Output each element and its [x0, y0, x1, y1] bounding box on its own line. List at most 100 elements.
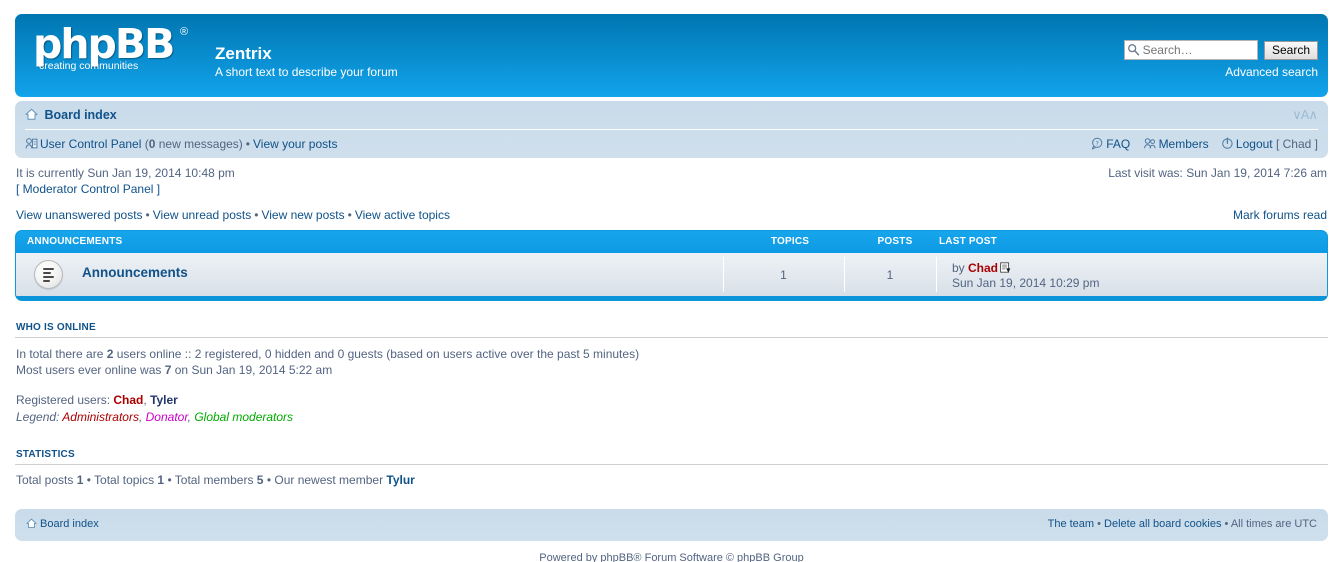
power-logout-icon [1222, 137, 1233, 149]
online-user-chad[interactable]: Chad [113, 393, 143, 407]
online-record-line: Most users ever online was 7 on Sun Jan … [16, 362, 1327, 378]
stat-separator: • [164, 473, 175, 487]
view-new-posts-link[interactable]: View new posts [261, 208, 344, 222]
total-posts-label: Total posts [16, 473, 77, 487]
site-description: A short text to describe your forum [215, 65, 398, 79]
column-divider [936, 257, 937, 292]
view-unanswered-posts-link[interactable]: View unanswered posts [16, 208, 143, 222]
search-button[interactable]: Search [1263, 40, 1318, 60]
nav-left-links: User Control Panel (0 new messages) • View… [25, 130, 338, 151]
nav-links-row: User Control Panel (0 new messages) • View… [25, 130, 1318, 158]
view-active-topics-link[interactable]: View active topics [355, 208, 450, 222]
who-is-online-body: In total there are 2 users online :: 2 r… [15, 338, 1328, 425]
breadcrumb-row: Board index ∨A∧ [25, 101, 1318, 130]
logout-link[interactable]: Logout [1236, 137, 1273, 151]
page-wrapper: phpBB ® creating communities Zentrix A s… [0, 0, 1343, 562]
members-link[interactable]: Members [1159, 137, 1209, 151]
mark-forums-read-wrap: Mark forums read [1233, 208, 1327, 222]
online-record-suffix: on Sun Jan 19, 2014 5:22 am [171, 363, 333, 377]
statistics-section: STATISTICS Total posts 1 • Total topics … [15, 449, 1328, 487]
site-identity: Zentrix A short text to describe your fo… [215, 26, 398, 79]
statistics-heading: STATISTICS [15, 449, 1328, 465]
footer-breadcrumb: Board index [26, 518, 99, 530]
navigation-bar: Board index ∨A∧ User Control Panel (0 ne… [15, 101, 1328, 158]
timezone-label: All times are UTC [1230, 518, 1317, 530]
footer-separator: • [1221, 518, 1231, 530]
time-info-block: It is currently Sun Jan 19, 2014 10:48 p… [16, 165, 1327, 199]
last-visit: Last visit was: Sun Jan 19, 2014 7:26 am [1108, 166, 1327, 180]
online-total-prefix: In total there are [16, 347, 107, 361]
site-header: phpBB ® creating communities Zentrix A s… [15, 14, 1328, 97]
phpbb-logo-text: phpBB [33, 20, 175, 68]
goto-last-post-icon [1000, 262, 1011, 273]
moderator-control-panel-link[interactable]: [ Moderator Control Panel ] [16, 182, 160, 196]
user-control-panel-icon [25, 138, 38, 149]
who-is-online-heading: WHO IS ONLINE [15, 322, 1328, 338]
forum-link-announcements[interactable]: Announcements [82, 265, 188, 280]
quicklink-separator: • [347, 208, 352, 222]
view-unread-posts-link[interactable]: View unread posts [153, 208, 252, 222]
copyright-block: Powered by phpBB® Forum Software © phpBB… [15, 551, 1328, 562]
forum-posts-count: 1 [886, 268, 894, 282]
ucp-count-suffix: new messages [155, 137, 239, 151]
registered-trademark-icon: ® [180, 26, 189, 38]
legend-administrators[interactable]: Administrators [62, 410, 139, 424]
column-header-last-post: LAST POST [939, 236, 997, 247]
forum-last-post: by Chad Sun Jan 19, 2014 10:29 pm [952, 261, 1099, 291]
user-control-panel-link[interactable]: User Control Panel [40, 137, 141, 151]
column-header-posts: POSTS [877, 236, 913, 247]
table-row: Announcements 1 1 by Chad Sun Jan 19, 20… [16, 253, 1327, 300]
moderator-control-panel-line: [ Moderator Control Panel ] [16, 181, 1327, 197]
mark-forums-read-link[interactable]: Mark forums read [1233, 208, 1327, 222]
group-legend: Legend: Administrators, Donator, Global … [16, 409, 1327, 425]
footer-board-index-link[interactable]: Board index [40, 518, 99, 530]
category-title[interactable]: ANNOUNCEMENTS [27, 236, 122, 247]
last-post-date: Sun Jan 19, 2014 10:29 pm [952, 276, 1100, 290]
online-total-suffix: users online :: 2 registered, 0 hidden a… [113, 347, 640, 361]
stat-separator: • [83, 473, 95, 487]
footer-bar: Board index The team • Delete all board … [15, 509, 1328, 541]
faq-icon: ? [1092, 137, 1103, 150]
footer-separator: • [1094, 518, 1105, 530]
newest-member-link[interactable]: Tylur [386, 473, 414, 487]
last-post-by-prefix: by [952, 261, 969, 275]
logout-username: [ Chad ] [1275, 137, 1318, 151]
last-post-author-link[interactable]: Chad [968, 261, 998, 275]
home-icon [26, 518, 37, 528]
faq-link[interactable]: FAQ [1106, 137, 1130, 151]
forum-list: ANNOUNCEMENTS TOPICS POSTS LAST POST Ann… [15, 230, 1328, 301]
breadcrumb-board-index[interactable]: Board index [44, 108, 116, 122]
the-team-link[interactable]: The team [1048, 518, 1094, 530]
view-your-posts-link[interactable]: View your posts [253, 137, 338, 151]
breadcrumb: Board index [25, 101, 117, 122]
legend-separator: , [138, 410, 146, 424]
forum-title[interactable]: Announcements [82, 265, 188, 280]
logout-item[interactable]: Logout [ Chad ] [1221, 137, 1318, 151]
search-input[interactable] [1123, 40, 1258, 60]
legend-global-moderators[interactable]: Global moderators [194, 410, 293, 424]
online-record-prefix: Most users ever online was [16, 363, 165, 377]
quick-links-row: View unanswered posts • View unread posts •… [16, 208, 1327, 228]
view-latest-post-link[interactable] [998, 261, 1011, 275]
members-icon [1143, 138, 1156, 149]
home-icon [25, 108, 38, 120]
legend-donator[interactable]: Donator [146, 410, 188, 424]
phpbb-logo[interactable]: phpBB ® creating communities [33, 20, 193, 78]
header-search: Search Advanced search [1123, 40, 1318, 79]
forum-topics-count: 1 [780, 268, 787, 282]
advanced-search-link[interactable]: Advanced search [1124, 65, 1318, 79]
font-size-control[interactable]: ∨A∧ [1292, 107, 1318, 123]
powered-by-text: Powered by phpBB® Forum Software © phpBB… [539, 552, 804, 562]
delete-cookies-link[interactable]: Delete all board cookies [1104, 518, 1221, 530]
registered-users-label: Registered users: [16, 393, 114, 407]
footer-links: The team • Delete all board cookies • Al… [1048, 518, 1317, 530]
forum-list-header: ANNOUNCEMENTS TOPICS POSTS LAST POST [16, 231, 1327, 253]
legend-label: Legend: [16, 410, 63, 424]
members-item[interactable]: Members [1143, 137, 1209, 151]
stat-separator: • [263, 473, 275, 487]
column-header-topics: TOPICS [770, 236, 810, 247]
phpbb-logo-tagline: creating communities [39, 60, 139, 72]
online-user-tyler[interactable]: Tyler [150, 393, 178, 407]
statistics-body: Total posts 1 • Total topics 1 • Total m… [15, 465, 1328, 487]
faq-item[interactable]: ? FAQ [1091, 137, 1130, 151]
